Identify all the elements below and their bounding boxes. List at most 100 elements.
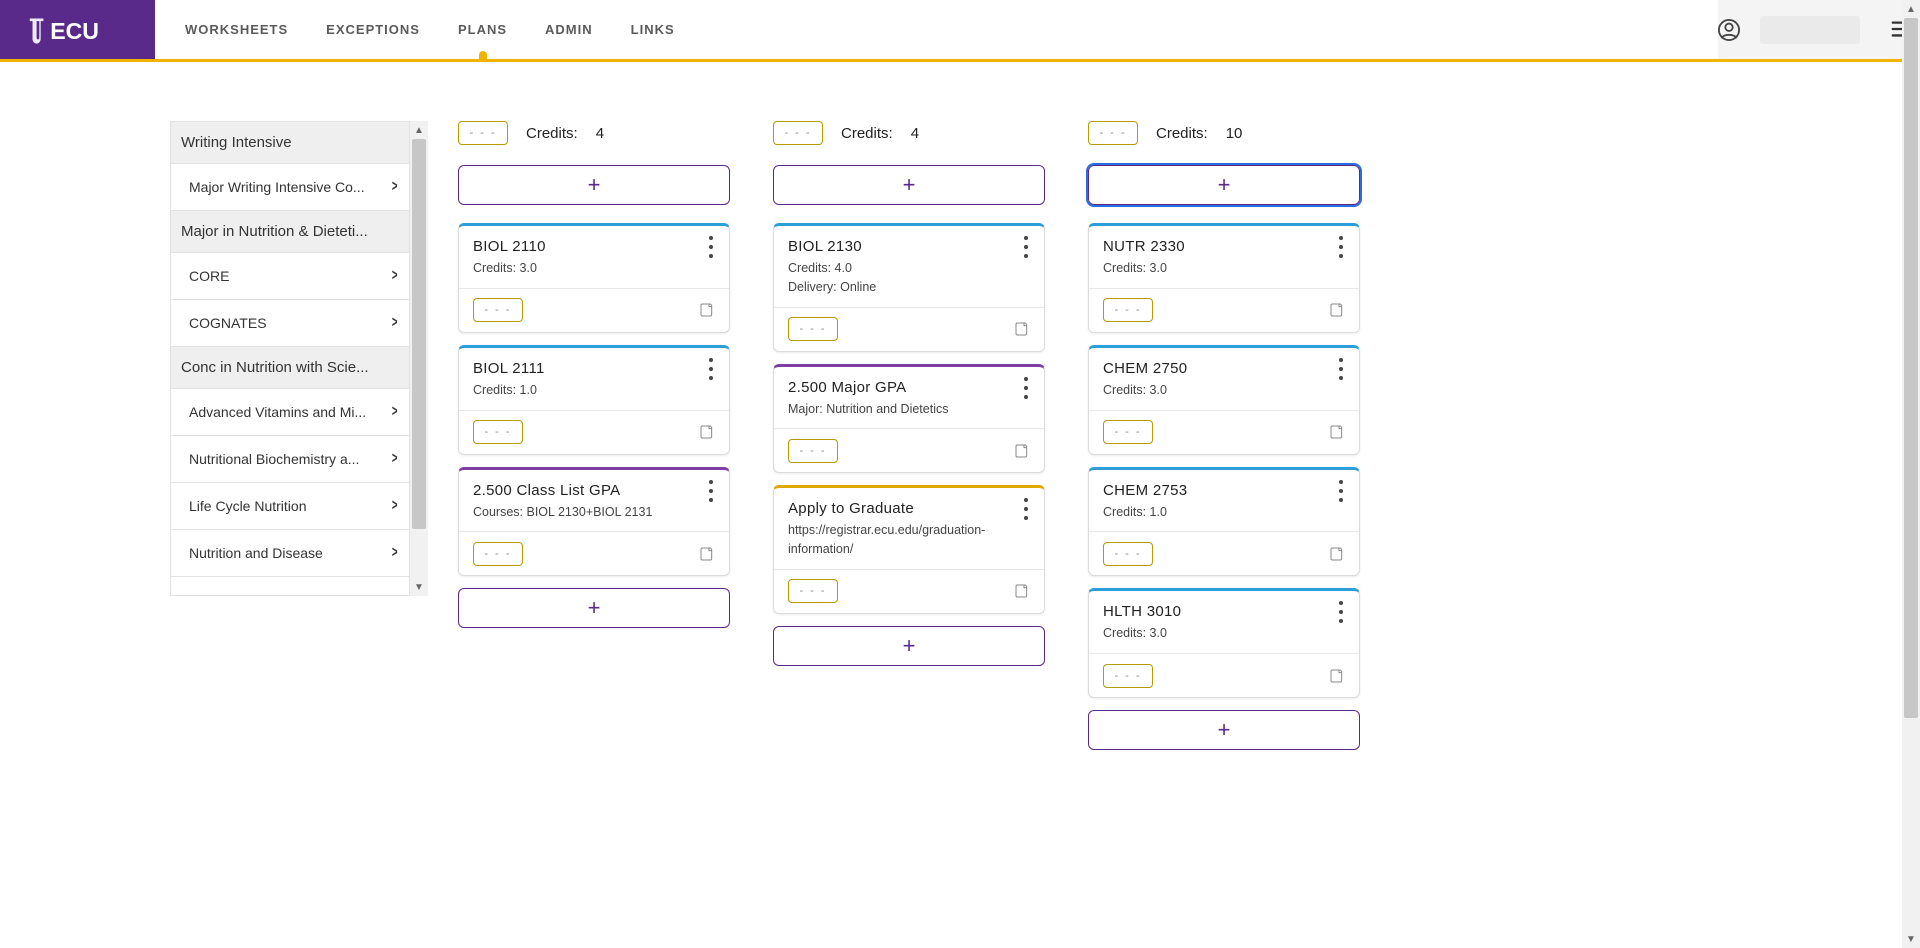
card-subtext: https://registrar.ecu.edu/graduation-inf… [788, 521, 1030, 559]
add-course-button[interactable]: + [773, 626, 1045, 666]
status-pill[interactable] [773, 121, 823, 145]
nav-exceptions[interactable]: EXCEPTIONS [326, 22, 420, 37]
status-pill[interactable] [473, 420, 523, 444]
note-icon[interactable] [1014, 443, 1030, 459]
note-icon[interactable] [1014, 583, 1030, 599]
profile-icon[interactable] [1718, 19, 1740, 41]
course-card[interactable]: BIOL 2111 Credits: 1.0 [458, 345, 730, 455]
sidebar-item-label: Nutritional Biochemistry a... [189, 451, 359, 467]
card-subtext: Credits: 1.0 [1103, 503, 1345, 522]
status-pill[interactable] [458, 121, 508, 145]
card-menu-icon[interactable] [1333, 480, 1349, 502]
card-menu-icon[interactable] [1018, 377, 1034, 399]
status-pill[interactable] [1103, 420, 1153, 444]
card-menu-icon[interactable] [1333, 601, 1349, 623]
card-menu-icon[interactable] [1333, 236, 1349, 258]
status-pill[interactable] [473, 542, 523, 566]
card-subtext: Credits: 1.0 [473, 381, 715, 400]
course-card[interactable]: CHEM 2753 Credits: 1.0 [1088, 467, 1360, 577]
card-subtext: Delivery: Online [788, 278, 1030, 297]
course-card[interactable]: 2.500 Class List GPACourses: BIOL 2130+B… [458, 467, 730, 577]
card-menu-icon[interactable] [1333, 358, 1349, 380]
sidebar-item[interactable]: Life Cycle Nutrition> [171, 483, 409, 530]
card-title: BIOL 2111 [473, 360, 715, 377]
status-pill[interactable] [788, 317, 838, 341]
card-title: CHEM 2753 [1103, 482, 1345, 499]
term-column: Credits:4+BIOL 2130Credits: 4.0Delivery:… [773, 121, 1053, 768]
credits-value: 4 [596, 125, 604, 142]
card-menu-icon[interactable] [703, 236, 719, 258]
term-columns: Credits:4+BIOL 2110Credits: 3.0BIOL 2111… [458, 121, 1368, 768]
sidebar-item-label: Major Writing Intensive Co... [189, 179, 365, 195]
note-icon[interactable] [1329, 302, 1345, 318]
add-course-button[interactable]: + [773, 165, 1045, 205]
scroll-down-icon[interactable]: ▼ [1902, 930, 1920, 948]
note-icon[interactable] [1014, 321, 1030, 337]
course-card[interactable]: CHEM 2750Credits: 3.0 [1088, 345, 1360, 455]
card-title: 2.500 Major GPA [788, 379, 1030, 396]
column-header: Credits:4 [458, 121, 738, 145]
add-course-button[interactable]: + [1088, 710, 1360, 750]
note-icon[interactable] [1329, 546, 1345, 562]
sidebar-item[interactable]: Nutrition and Disease> [171, 530, 409, 577]
sidebar-item[interactable]: Nutritional Biochemistry a... > [171, 436, 409, 483]
scroll-down-icon[interactable]: ▼ [410, 578, 428, 596]
credits-label: Credits: [1156, 125, 1208, 142]
card-footer [459, 531, 729, 575]
course-card[interactable]: BIOL 2130Credits: 4.0Delivery: Online [773, 223, 1045, 352]
card-footer [774, 569, 1044, 613]
status-pill[interactable] [1103, 298, 1153, 322]
sidebar-item-label: COGNATES [189, 315, 267, 331]
status-pill[interactable] [473, 298, 523, 322]
chevron-right-icon: > [392, 497, 398, 515]
status-pill[interactable] [788, 439, 838, 463]
page-body: Writing IntensiveMajor Writing Intensive… [0, 59, 1920, 768]
note-icon[interactable] [699, 546, 715, 562]
status-pill[interactable] [1103, 542, 1153, 566]
status-pill[interactable] [788, 579, 838, 603]
nav-admin[interactable]: ADMIN [545, 22, 593, 37]
sidebar-item[interactable]: CORE> [171, 253, 409, 300]
chevron-right-icon: > [392, 450, 398, 468]
card-footer [774, 428, 1044, 472]
svg-text:ECU: ECU [50, 17, 99, 43]
credits-value: 10 [1226, 125, 1243, 142]
card-menu-icon[interactable] [1018, 236, 1034, 258]
nav-plans[interactable]: PLANS [458, 22, 507, 37]
course-card[interactable]: 2.500 Major GPAMajor: Nutrition and Diet… [773, 364, 1045, 474]
status-pill[interactable] [1103, 664, 1153, 688]
sidebar-item-label: Nutrition and Disease [189, 545, 323, 561]
chevron-right-icon: > [392, 178, 398, 196]
nav-links[interactable]: LINKS [631, 22, 675, 37]
card-title: BIOL 2110 [473, 238, 715, 255]
sidebar-scrollbar[interactable]: ▲ ▼ [410, 121, 428, 596]
course-card[interactable]: Apply to Graduatehttps://registrar.ecu.e… [773, 485, 1045, 614]
course-card[interactable]: NUTR 2330Credits: 3.0 [1088, 223, 1360, 333]
status-pill[interactable] [1088, 121, 1138, 145]
scroll-up-icon[interactable]: ▲ [1902, 0, 1920, 18]
card-menu-icon[interactable] [703, 358, 719, 380]
page-scrollbar[interactable]: ▲ ▼ [1902, 0, 1920, 948]
note-icon[interactable] [1329, 424, 1345, 440]
nav-worksheets[interactable]: WORKSHEETS [185, 22, 288, 37]
course-card[interactable]: BIOL 2110Credits: 3.0 [458, 223, 730, 333]
card-subtext: Credits: 3.0 [1103, 381, 1345, 400]
card-menu-icon[interactable] [1018, 498, 1034, 520]
note-icon[interactable] [1329, 668, 1345, 684]
card-title: 2.500 Class List GPA [473, 482, 715, 499]
card-menu-icon[interactable] [703, 480, 719, 502]
sidebar-item[interactable]: COGNATES> [171, 300, 409, 347]
course-card[interactable]: HLTH 3010Credits: 3.0 [1088, 588, 1360, 698]
credits-value: 4 [911, 125, 919, 142]
sidebar-item[interactable]: Major Writing Intensive Co... > [171, 164, 409, 211]
sidebar: Writing IntensiveMajor Writing Intensive… [170, 121, 428, 611]
note-icon[interactable] [699, 424, 715, 440]
note-icon[interactable] [699, 302, 715, 318]
scroll-up-icon[interactable]: ▲ [410, 121, 428, 139]
add-course-button[interactable]: + [458, 165, 730, 205]
user-field[interactable] [1760, 16, 1860, 44]
add-course-button[interactable]: + [1088, 165, 1360, 205]
chevron-right-icon: > [392, 403, 398, 421]
add-course-button[interactable]: + [458, 588, 730, 628]
sidebar-item[interactable]: Advanced Vitamins and Mi...> [171, 389, 409, 436]
